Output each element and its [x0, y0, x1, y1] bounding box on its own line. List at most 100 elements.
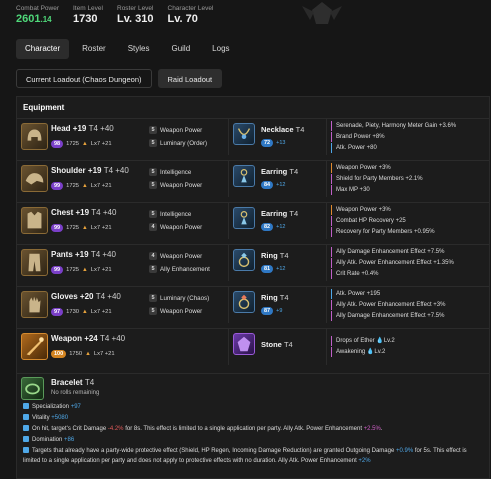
gear-slot-pants[interactable]: Pants +19 T4 +40 99 1725 ▲ Lx7 +21 4 Weapon … — [17, 245, 229, 281]
item-name: Shoulder +19 T4 +40 — [51, 166, 129, 175]
item-name: Necklace T4 — [261, 125, 305, 134]
engraving: 5 Ally Enhancement — [149, 265, 229, 273]
pants-icon — [21, 249, 48, 276]
header-stats: Combat Power 2601.14 Item Level 1730 Ros… — [16, 4, 213, 26]
bracelet-line: Targets that already have a party-wide p… — [23, 447, 467, 464]
accessory-effects: Weapon Power +3% Combat HP Recovery +25 … — [327, 203, 489, 239]
tab-guild[interactable]: Guild — [162, 39, 199, 59]
lock-icon — [23, 414, 29, 421]
tab-styles[interactable]: Styles — [119, 39, 159, 59]
tab-logs[interactable]: Logs — [203, 39, 238, 59]
bracelet-rolls: No rolls remaining — [51, 390, 100, 396]
quality-badge: 99 — [51, 224, 64, 232]
bracelet-slot[interactable]: Bracelet T4 No rolls remaining — [17, 373, 489, 403]
item-meta: 99 1725 ▲ Lx7 +21 — [51, 224, 112, 232]
gear-slot-gloves[interactable]: Gloves +20 T4 +40 97 1730 ▲ Lx7 +21 5 Lumina… — [17, 287, 229, 323]
tab-character[interactable]: Character — [16, 39, 70, 59]
engraving: 4 Weapon Power — [149, 223, 229, 231]
character-level-value: Lv. 70 — [167, 13, 198, 25]
item-meta: 98 1725 ▲ Lx7 +21 — [51, 140, 112, 148]
warning-icon: ▲ — [82, 309, 88, 315]
item-meta: 99 1725 ▲ Lx7 +21 — [51, 182, 112, 190]
effect-line: Atk. Power +80 — [331, 143, 377, 153]
item-name: Earring T4 — [261, 209, 299, 218]
necklace-icon — [233, 123, 255, 145]
effect-line: Atk. Power +195 — [331, 289, 380, 299]
effect-line: Ally Atk. Power Enhancement Effect +1.35… — [331, 258, 454, 268]
warning-icon: ▲ — [85, 351, 91, 357]
item-meta: 72 +13 — [261, 139, 285, 147]
accessory-effects: Atk. Power +195 Ally Atk. Power Enhancem… — [327, 287, 489, 323]
stone-engravings: Drops of Ether 💧Lv.2 Awakening 💧Lv.2 — [327, 329, 489, 365]
character-level-stat: Character Level Lv. 70 — [168, 4, 214, 26]
engraving: 5 Weapon Power — [149, 126, 229, 134]
quality-badge: 99 — [51, 182, 64, 190]
item-name: Earring T4 — [261, 167, 299, 176]
quality-badge: 84 — [261, 181, 274, 189]
weapon-icon — [21, 333, 48, 360]
effect-icon — [23, 425, 29, 432]
effect-line: Combat HP Recovery +25 — [331, 216, 406, 226]
item-level-value: 1730 — [73, 13, 98, 25]
accessory-slot-necklace[interactable]: Necklace T4 72 +13 — [229, 119, 327, 155]
tab-roster[interactable]: Roster — [73, 39, 115, 59]
accessory-slot-ring[interactable]: Ring T4 81 +12 — [229, 245, 327, 281]
lock-icon — [23, 403, 29, 410]
engraving: 5 Luminary (Chaos) — [149, 294, 229, 302]
warning-icon: ▲ — [82, 141, 88, 147]
effect-line: Recovery for Party Members +0.95% — [331, 227, 435, 237]
engraving: 5 Weapon Power — [149, 181, 229, 189]
effect-line: Max MP +30 — [331, 185, 370, 195]
bracelet-line: Vitality +5080 — [23, 414, 483, 424]
gear-slot-weapon[interactable]: Weapon +24 T4 +40 100 1750 ▲ Lx7 +21 — [17, 329, 229, 365]
effect-line: Ally Atk. Power Enhancement Effect +3% — [331, 300, 445, 310]
drop-icon: 💧 — [376, 338, 384, 344]
item-name: Gloves +20 T4 +40 — [51, 292, 121, 301]
helmet-icon — [21, 123, 48, 150]
accessory-effects: Serenade, Piety, Harmony Meter Gain +3.6… — [327, 119, 489, 155]
accessory-slot-earring[interactable]: Earring T4 84 +12 — [229, 161, 327, 197]
item-name: Ring T4 — [261, 251, 289, 260]
raid-loadout-button[interactable]: Raid Loadout — [157, 69, 223, 88]
gear-slot-shoulder[interactable]: Shoulder +19 T4 +40 99 1725 ▲ Lx7 +21 5 Inte… — [17, 161, 229, 197]
quality-badge: 82 — [261, 223, 274, 231]
effect-line: Crit Rate +0.4% — [331, 269, 379, 279]
gear-slot-head[interactable]: Head +19 T4 +40 98 1725 ▲ Lx7 +21 5 Weapon P… — [17, 119, 229, 155]
item-name: Bracelet T4 — [51, 378, 95, 387]
effect-line: Weapon Power +3% — [331, 205, 391, 215]
current-loadout-button[interactable]: Current Loadout (Chaos Dungeon) — [16, 69, 152, 88]
bracelet-line: Specialization +97 — [23, 403, 483, 413]
equipment-row: Head +19 T4 +40 98 1725 ▲ Lx7 +21 5 Weapon P… — [17, 118, 489, 155]
accessory-effects: Weapon Power +3% Shield for Party Member… — [327, 161, 489, 197]
accessory-effects: Ally Damage Enhancement Effect +7.5% All… — [327, 245, 489, 281]
quality-badge: 81 — [261, 265, 274, 273]
equipment-row: Chest +19 T4 +40 99 1725 ▲ Lx7 +21 5 Intelli… — [17, 202, 489, 239]
chest-armor-icon — [21, 207, 48, 234]
engraving: 5 Weapon Power — [149, 307, 229, 315]
accessory-slot-earring[interactable]: Earring T4 82 +12 — [229, 203, 327, 239]
shoulder-icon — [21, 165, 48, 192]
item-name: Pants +19 T4 +40 — [51, 250, 116, 259]
item-name: Ring T4 — [261, 293, 289, 302]
accessory-slot-ring[interactable]: Ring T4 87 +9 — [229, 287, 327, 323]
roster-level-value: Lv. 310 — [117, 13, 154, 25]
effect-line: Ally Damage Enhancement Effect +7.5% — [331, 247, 444, 257]
roster-level-stat: Roster Level Lv. 310 — [117, 4, 154, 26]
quality-badge: 100 — [51, 350, 67, 358]
engraving: 5 Intelligence — [149, 210, 229, 218]
warning-icon: ▲ — [82, 183, 88, 189]
item-meta: 99 1725 ▲ Lx7 +21 — [51, 266, 112, 274]
equipment-row: Gloves +20 T4 +40 97 1730 ▲ Lx7 +21 5 Lumina… — [17, 286, 489, 323]
gear-slot-chest[interactable]: Chest +19 T4 +40 99 1725 ▲ Lx7 +21 5 Intelli… — [17, 203, 229, 239]
equipment-row: Pants +19 T4 +40 99 1725 ▲ Lx7 +21 4 Weapon … — [17, 244, 489, 281]
item-name: Weapon +24 T4 +40 — [51, 334, 126, 343]
quality-badge: 97 — [51, 308, 64, 316]
effect-line: Drops of Ether 💧Lv.2 — [331, 336, 395, 346]
item-level-stat: Item Level 1730 — [73, 4, 103, 26]
item-meta: 100 1750 ▲ Lx7 +21 — [51, 350, 115, 358]
bracelet-line: Domination +86 — [23, 436, 483, 446]
accessory-slot-stone[interactable]: Stone T4 — [229, 329, 327, 365]
gloves-icon — [21, 291, 48, 318]
quality-badge: 72 — [261, 139, 274, 147]
equipment-row: Shoulder +19 T4 +40 99 1725 ▲ Lx7 +21 5 Inte… — [17, 160, 489, 197]
